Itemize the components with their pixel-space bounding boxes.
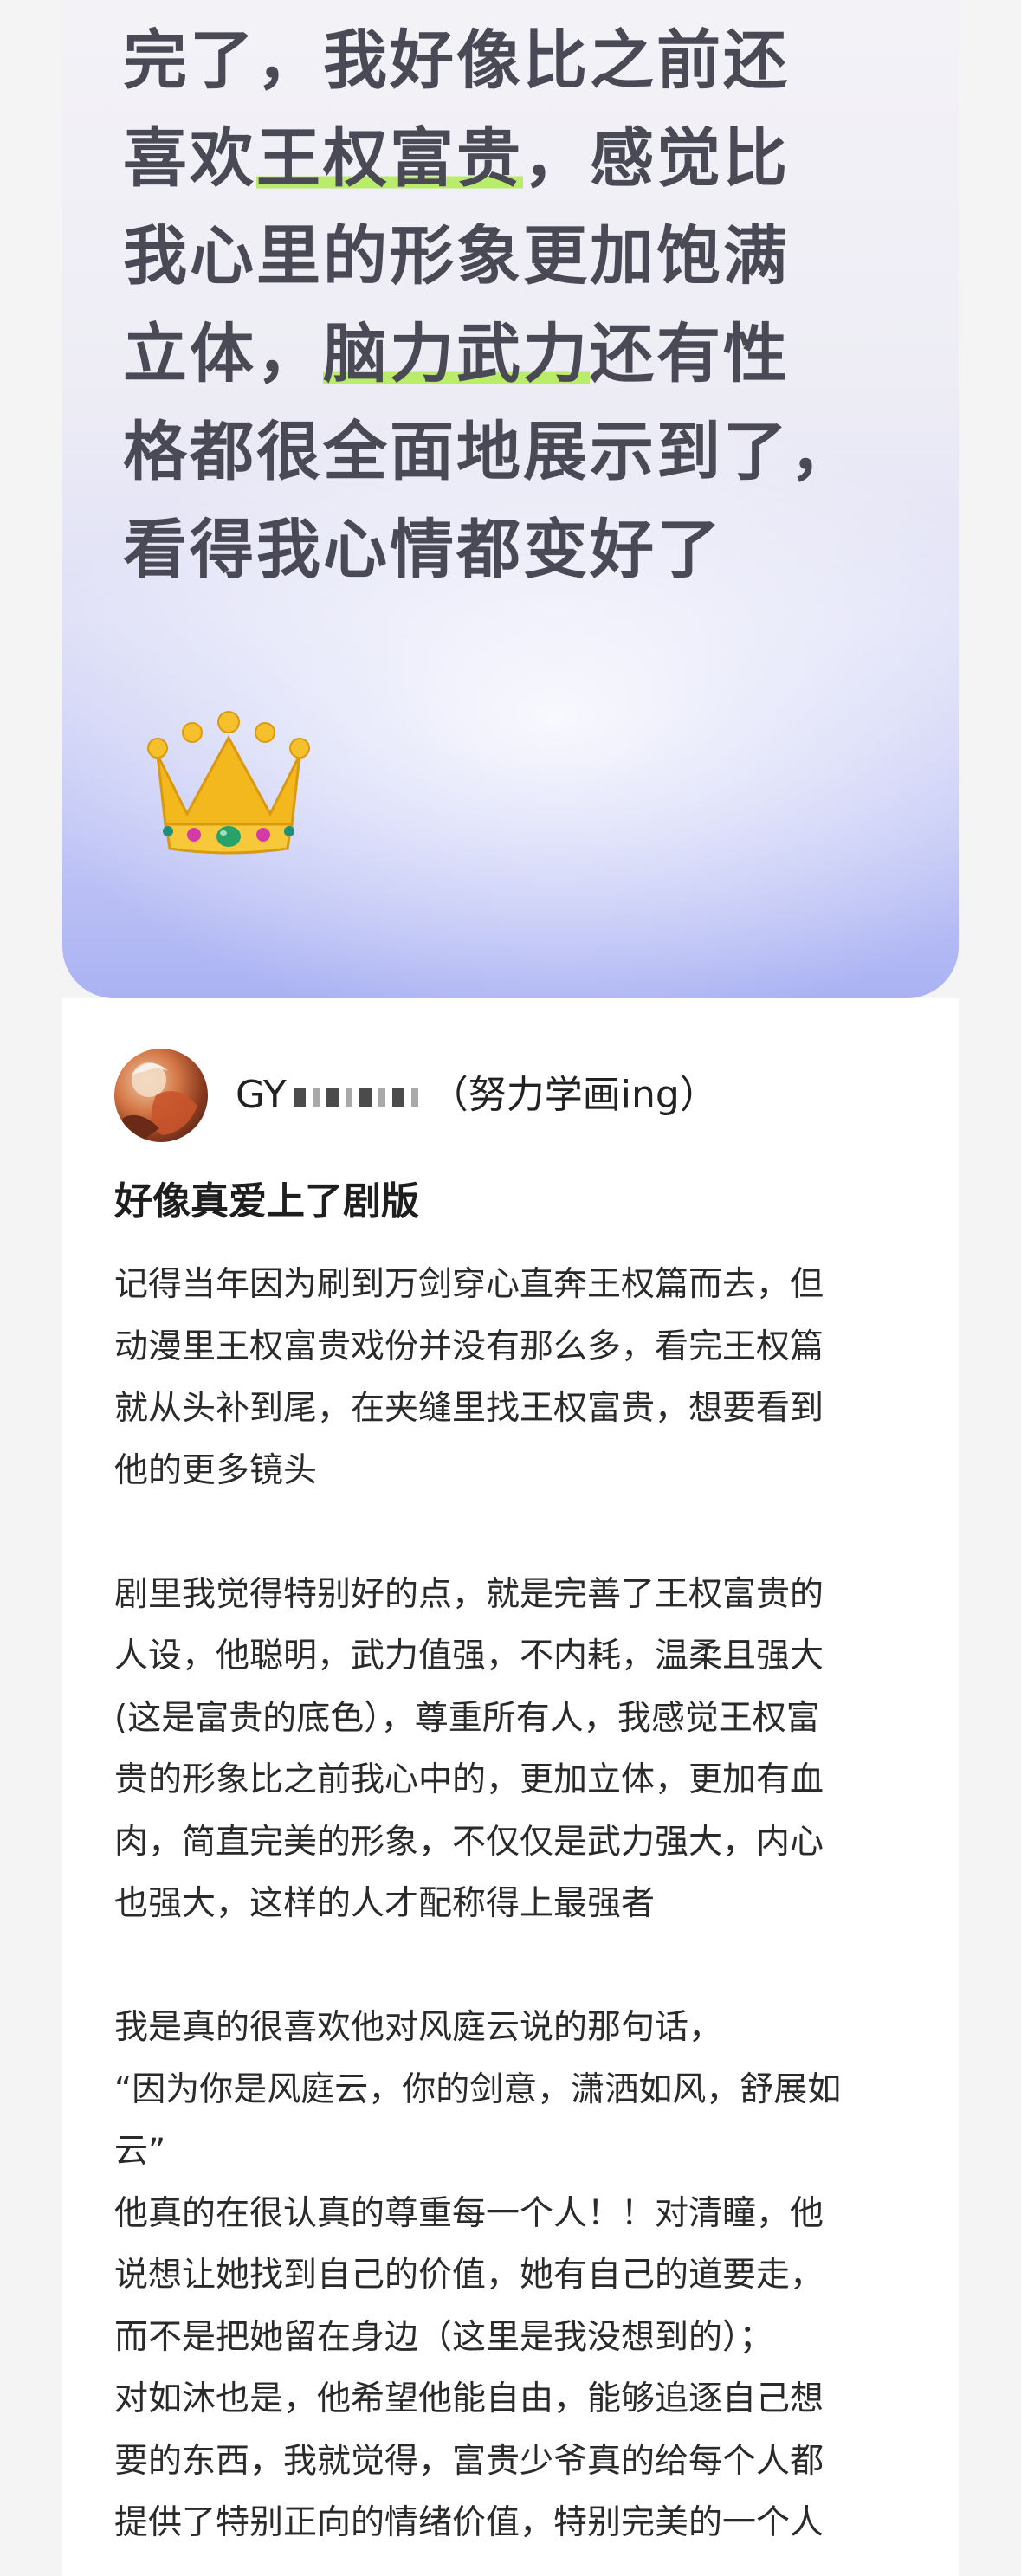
body-line: 要的东西，我就觉得，富贵少爷真的给每个人都: [114, 2441, 824, 2481]
author-name[interactable]: GY （努力学画ing）: [236, 1069, 718, 1121]
body-line: 动漫里王权富贵戏份并没有那么多，看完王权篇: [114, 1327, 824, 1366]
body-line: 人设，他聪明，武力值强，不内耗，温柔且强大: [114, 1637, 824, 1675]
quote-line: 完了，我好像比之前还: [123, 23, 790, 98]
author-avatar[interactable]: [114, 1049, 208, 1142]
page: 完了，我好像比之前还 喜欢王权富贵，感觉比 我心里的形象更加饱满 立体，脑力武力…: [0, 0, 1021, 2576]
body-line: 他的更多镜头: [114, 1450, 318, 1490]
body-line: 而不是把她留在身边（这里是我没想到的）；: [114, 2317, 773, 2357]
body-line: 剧里我觉得特别好的点，就是完善了王权富贵的: [114, 1574, 824, 1614]
body-line: 说想让她找到自己的价值，她有自己的道要走，: [114, 2256, 824, 2295]
crown-icon: [147, 711, 310, 855]
body-line: 他真的在很认真的尊重每一个人！！对清瞳，他: [114, 2193, 824, 2233]
body-line: 对如沐也是，他希望他能自由，能够追逐自己想: [114, 2379, 824, 2418]
body-line: 云”: [114, 2132, 166, 2171]
post-body: 记得当年因为刷到万剑穿心直奔王权篇而去，但 动漫里王权富贵戏份并没有那么多，看完…: [114, 1254, 920, 2554]
body-line: 记得当年因为刷到万剑穿心直奔王权篇而去，但: [114, 1265, 824, 1304]
body-line: 就从头补到尾，在夹缝里找王权富贵，想要看到: [114, 1389, 824, 1428]
quote-line: 格都很全面地展示到了，: [123, 415, 856, 489]
post-content: GY （努力学画ing） 好像真爱上了剧版 记得当年因为刷到万剑穿心直奔王权篇而去…: [62, 998, 959, 2576]
quote-highlight: 王权富贵: [256, 121, 523, 196]
quote-highlight: 脑力武力: [323, 317, 590, 391]
quote-line: 喜欢王权富贵，感觉比: [123, 121, 790, 196]
body-line: 贵的形象比之前我心中的，更加立体，更加有血: [114, 1760, 824, 1799]
body-line: 肉，简直完美的形象，不仅仅是武力强大，内心: [114, 1822, 824, 1862]
body-line: 提供了特别正向的情绪价值，特别完美的一个人: [114, 2503, 824, 2542]
body-line: 也强大，这样的人才配称得上最强者: [114, 1884, 656, 1923]
quote-text: 完了，我好像比之前还 喜欢王权富贵，感觉比 我心里的形象更加饱满 立体，脑力武力…: [123, 12, 920, 599]
quote-image-card[interactable]: 完了，我好像比之前还 喜欢王权富贵，感觉比 我心里的形象更加饱满 立体，脑力武力…: [62, 0, 959, 998]
quote-line: 立体，脑力武力还有性: [123, 317, 790, 391]
quote-line: 看得我心情都变好了: [123, 513, 723, 587]
redacted-name-mask: [293, 1088, 423, 1107]
body-line: 我是真的很喜欢他对风庭云说的那句话，: [114, 2008, 723, 2047]
avatar-illustration-icon: [114, 1062, 197, 1142]
post-title: 好像真爱上了剧版: [114, 1179, 419, 1223]
body-line: “因为你是风庭云，你的剑意，潇洒如风，舒展如: [114, 2069, 842, 2109]
quote-line: 我心里的形象更加饱满: [123, 219, 790, 294]
body-line: (这是富贵的底色），尊重所有人，我感觉王权富: [114, 1698, 820, 1738]
